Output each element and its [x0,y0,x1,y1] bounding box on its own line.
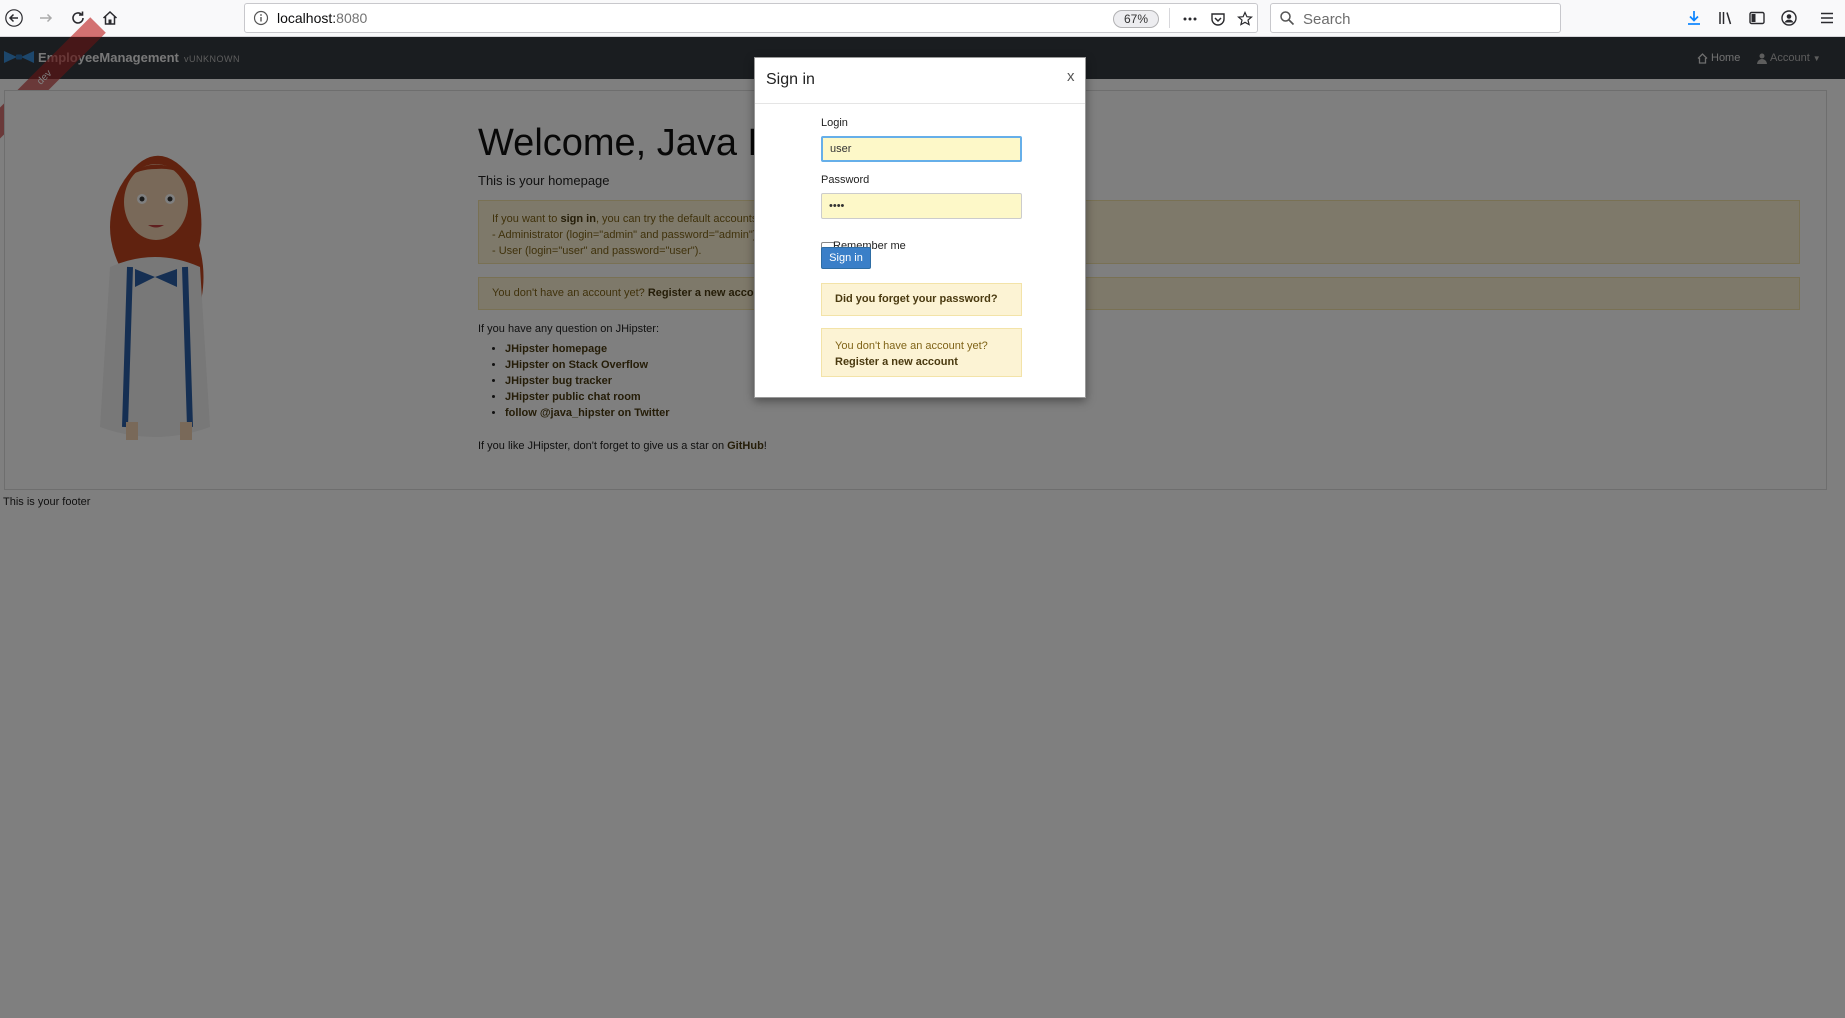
modal-title: Sign in [766,71,815,88]
hamburger-icon [1821,12,1833,24]
library-icon [1719,12,1732,25]
sign-in-modal: Sign in x Login Password Remember me Sig… [754,57,1086,398]
search-placeholder: Search [1303,11,1351,28]
password-input[interactable] [821,193,1022,219]
modal-header: Sign in x [755,58,1085,104]
sign-in-button[interactable]: Sign in [821,247,871,269]
account-button[interactable] [1775,4,1803,32]
bookmark-star-button[interactable] [1234,8,1256,30]
password-label: Password [821,174,870,186]
forward-arrow-icon [40,13,53,23]
login-label: Login [821,117,848,129]
forgot-password-alert: Did you forget your password? [821,283,1022,316]
search-bar[interactable]: Search [1270,3,1561,33]
star-icon [1237,11,1253,26]
register-account-alert: You don't have an account yet? Register … [821,328,1022,377]
library-button[interactable] [1712,4,1740,32]
downloads-button[interactable] [1680,4,1708,32]
close-button[interactable]: x [1067,68,1075,85]
menu-button[interactable] [1813,4,1841,32]
info-icon[interactable] [253,10,269,26]
forward-button[interactable] [32,4,60,32]
user-circle-icon [1781,10,1797,26]
search-icon [1280,11,1295,26]
sidebar-button[interactable] [1743,4,1771,32]
sidebar-icon [1749,11,1765,25]
more-dots-icon [1183,17,1197,21]
pocket-icon [1211,13,1225,26]
pocket-button[interactable] [1207,8,1229,30]
home-icon [102,10,118,25]
url-text[interactable]: localhost:8080 [277,10,367,26]
login-input[interactable] [821,136,1022,162]
page-actions-button[interactable] [1179,8,1201,30]
register-account-link[interactable]: Register a new account [835,356,958,368]
url-bar[interactable]: localhost:8080 67% [244,3,1258,33]
url-separator [1169,8,1170,28]
back-arrow-icon [5,9,23,27]
back-button[interactable] [0,4,28,32]
zoom-level-badge[interactable]: 67% [1113,10,1159,28]
no-account-text: You don't have an account yet? [835,340,988,352]
download-icon [1688,11,1700,25]
browser-toolbar: localhost:8080 67% Search [0,0,1845,37]
forgot-password-link[interactable]: Did you forget your password? [835,293,998,305]
